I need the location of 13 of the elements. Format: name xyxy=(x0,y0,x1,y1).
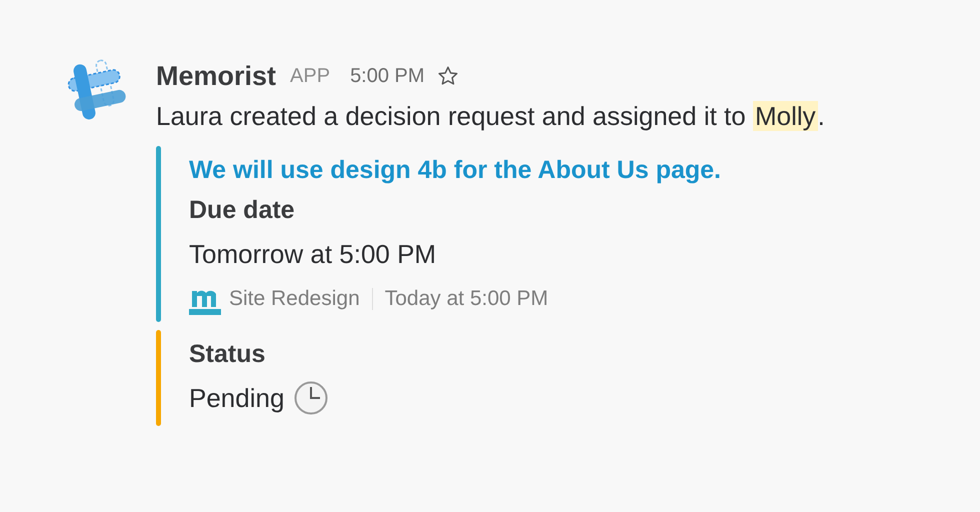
message-time[interactable]: 5:00 PM xyxy=(350,64,425,88)
field-title: Due date xyxy=(189,195,296,226)
source-name: Site Redesign xyxy=(229,287,360,311)
footer-time: Today at 5:00 PM xyxy=(384,287,548,311)
app-label: APP xyxy=(290,64,330,88)
clock-icon xyxy=(294,381,328,415)
sender-name[interactable]: Memorist xyxy=(156,60,276,92)
field-value: Pending xyxy=(189,382,284,415)
message-text: Laura created a decision request and assigned it to Molly. xyxy=(156,100,825,133)
field-title: Status xyxy=(189,339,266,370)
star-icon[interactable] xyxy=(436,65,459,87)
field-value: Tomorrow at 5:00 PM xyxy=(189,238,436,271)
user-mention[interactable]: Molly xyxy=(752,101,818,131)
